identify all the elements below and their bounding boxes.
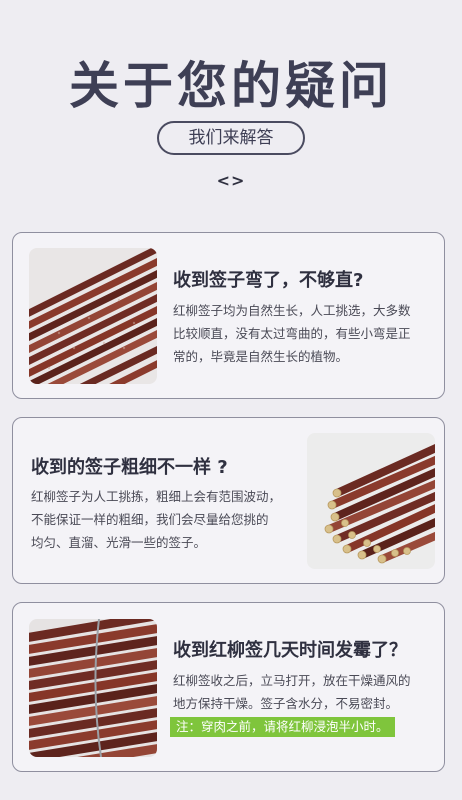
faq-answer: 红柳签子为人工挑拣，粗细上会有范围波动， 不能保证一样的粗细，我们会尽量给您挑的… [31, 485, 311, 554]
faq-question: 收到红柳签几天时间发霉了？ [173, 640, 407, 661]
answer-line: 红柳签子为人工挑拣，粗细上会有范围波动， [31, 489, 282, 504]
answer-line: 红柳签收之后，立马打开，放在干燥通风的 [173, 673, 411, 688]
answer-line: 红柳签子均为自然生长，人工挑选，大多数 [173, 303, 411, 318]
faq-answer: 红柳签收之后，立马打开，放在干燥通风的 地方保持干燥。签子含水分，不易密封。 [173, 669, 435, 715]
faq-card-thickness: 收到的签子粗细不一样 ? 红柳签子为人工挑拣，粗细上会有范围波动， 不能保证一样… [12, 417, 445, 584]
tied-red-willow-bundle-photo [29, 619, 157, 757]
answer-line: 常的，毕竟是自然生长的植物。 [173, 349, 349, 364]
faq-card-mold: 收到红柳签几天时间发霉了？ 红柳签收之后，立马打开，放在干燥通风的 地方保持干燥… [12, 602, 445, 772]
red-willow-sticks-photo [29, 248, 157, 384]
subtitle-pill: 我们来解答 [157, 121, 305, 155]
answer-line: 比较顺直，没有太过弯曲的，有些小弯是正 [173, 326, 411, 341]
faq-answer: 红柳签子均为自然生长，人工挑选，大多数 比较顺直，没有太过弯曲的，有些小弯是正 … [173, 299, 435, 368]
faq-question: 收到的签子粗细不一样 ? [31, 457, 228, 478]
red-willow-sticks-ends-photo [307, 433, 435, 569]
faq-card-bent-sticks: 收到签子弯了，不够直? 红柳签子均为自然生长，人工挑选，大多数 比较顺直，没有太… [12, 232, 445, 399]
faq-question: 收到签子弯了，不够直? [173, 270, 364, 291]
answer-line: 均匀、直溜、光滑一些的签子。 [31, 535, 207, 550]
answer-line: 地方保持干燥。签子含水分，不易密封。 [173, 696, 399, 711]
chevrons-icon: <> [216, 171, 246, 190]
page-title: 关于您的疑问 [69, 57, 393, 115]
soak-note: 注：穿肉之前，请将红柳浸泡半小时。 [170, 717, 395, 737]
answer-line: 不能保证一样的粗细，我们会尽量给您挑的 [31, 512, 269, 527]
